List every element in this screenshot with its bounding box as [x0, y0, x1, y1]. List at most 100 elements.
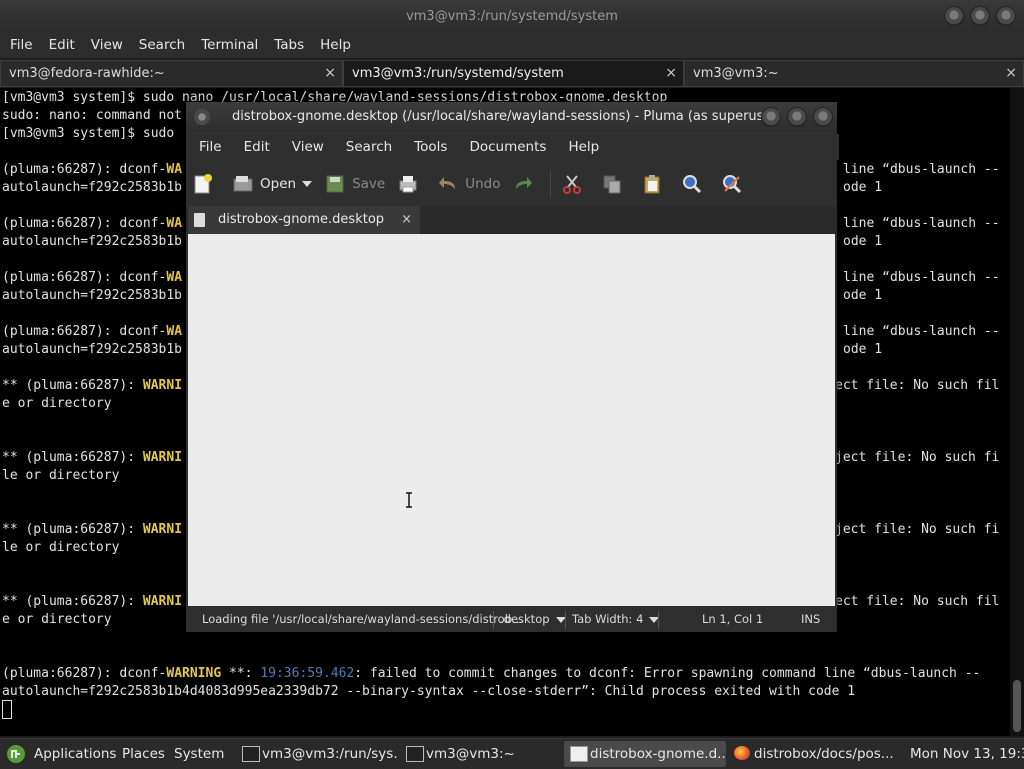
- undo-label: Undo: [465, 176, 501, 192]
- text-editor-icon: [570, 746, 588, 762]
- pluma-titlebar: distrobox-gnome.desktop (/usr/local/shar…: [186, 102, 837, 132]
- terminal-line: line “dbus-launch --: [843, 270, 1000, 285]
- taskbar-item-pluma[interactable]: distrobox-gnome.d...: [564, 741, 726, 767]
- menu-edit[interactable]: Edit: [233, 139, 281, 155]
- maximize-button[interactable]: [970, 6, 990, 26]
- open-label: Open: [260, 176, 297, 192]
- document-tab[interactable]: distrobox-gnome.desktop ×: [188, 206, 420, 234]
- undo-button[interactable]: Undo: [431, 167, 506, 201]
- save-button[interactable]: Save: [318, 167, 391, 201]
- language-selector[interactable]: .desktop: [500, 607, 566, 632]
- undo-icon: [437, 173, 459, 195]
- new-document-icon: [192, 173, 214, 195]
- copy-icon: [601, 173, 623, 195]
- status-separator: [658, 611, 659, 629]
- terminal-line: sudo: nano: command not: [2, 108, 183, 123]
- terminal-line: ject file: No such fi: [835, 522, 1000, 537]
- pluma-title: distrobox-gnome.desktop (/usr/local/shar…: [232, 109, 782, 124]
- menu-documents[interactable]: Documents: [458, 139, 557, 155]
- close-icon[interactable]: ×: [665, 61, 677, 86]
- terminal-line: ode 1: [843, 342, 883, 357]
- pluma-menubar: File Edit View Search Tools Documents He…: [186, 134, 839, 160]
- find-button[interactable]: [675, 167, 715, 201]
- mate-logo-icon[interactable]: [6, 744, 26, 764]
- places-menu[interactable]: Places: [122, 739, 165, 769]
- menu-file[interactable]: File: [2, 37, 41, 53]
- terminal-tab-fedora[interactable]: vm3@fedora-rawhide:~ ×: [0, 60, 343, 87]
- terminal-line: line “dbus-launch --: [843, 162, 1000, 177]
- menu-tabs[interactable]: Tabs: [266, 37, 312, 53]
- print-icon: [397, 173, 419, 195]
- close-button[interactable]: [996, 6, 1016, 26]
- menu-help[interactable]: Help: [312, 37, 359, 53]
- terminal-line: ode 1: [843, 288, 883, 303]
- scrollbar-thumb[interactable]: [1013, 680, 1021, 732]
- terminal-line: line “dbus-launch --: [843, 324, 1000, 339]
- menu-tools[interactable]: Tools: [403, 139, 458, 155]
- task-label: distrobox-gnome.d...: [590, 746, 726, 762]
- terminal-tab-bar: vm3@fedora-rawhide:~ × vm3@vm3:/run/syst…: [0, 60, 1024, 87]
- minimize-button[interactable]: [944, 6, 964, 26]
- task-label: vm3@vm3:/run/sys...: [262, 746, 398, 762]
- terminal-line: e or directory: [2, 612, 112, 627]
- menu-view[interactable]: View: [281, 139, 335, 155]
- close-icon[interactable]: ×: [401, 206, 412, 234]
- paste-button[interactable]: [635, 167, 675, 201]
- close-icon[interactable]: ×: [1005, 61, 1017, 86]
- menu-file[interactable]: File: [188, 139, 233, 155]
- search-icon: [681, 173, 703, 195]
- chevron-down-icon[interactable]: [302, 181, 313, 187]
- window-menu-icon[interactable]: [194, 109, 210, 125]
- document-tab-label: distrobox-gnome.desktop: [218, 212, 385, 227]
- new-document-button[interactable]: [186, 167, 226, 201]
- menu-view[interactable]: View: [83, 37, 131, 53]
- menu-edit[interactable]: Edit: [41, 37, 83, 53]
- pluma-statusbar: Loading file '/usr/local/share/wayland-s…: [186, 607, 837, 632]
- pluma-window: distrobox-gnome.desktop (/usr/local/shar…: [186, 102, 839, 632]
- pluma-tab-bar: distrobox-gnome.desktop ×: [186, 206, 837, 234]
- firefox-icon: [734, 746, 750, 760]
- menu-search[interactable]: Search: [335, 139, 403, 155]
- terminal-tab-systemd[interactable]: vm3@vm3:/run/systemd/system ×: [343, 60, 684, 87]
- system-menu[interactable]: System: [174, 739, 224, 769]
- applications-menu[interactable]: Applications: [34, 739, 116, 769]
- taskbar-item-terminal-home[interactable]: vm3@vm3:~: [400, 741, 562, 767]
- open-button[interactable]: Open: [226, 167, 318, 201]
- terminal-line: e or directory: [2, 396, 112, 411]
- minimize-button[interactable]: [761, 107, 781, 127]
- taskbar-item-firefox[interactable]: distrobox/docs/pos...: [728, 741, 898, 767]
- terminal-cursor: [2, 700, 12, 719]
- terminal-icon: [242, 746, 260, 762]
- menu-search[interactable]: Search: [131, 37, 193, 53]
- redo-button[interactable]: [506, 167, 546, 201]
- terminal-line: autolaunch=f292c2583b1b: [2, 342, 183, 357]
- close-icon[interactable]: ×: [324, 61, 336, 86]
- terminal-line: ** (pluma:66287): WARNI: [2, 594, 183, 609]
- terminal-line: autolaunch=f292c2583b1b4d4083d995ea2339d…: [2, 684, 856, 699]
- replace-button[interactable]: [715, 167, 755, 201]
- taskbar-item-terminal-systemd[interactable]: vm3@vm3:/run/sys...: [236, 741, 398, 767]
- terminal-line: autolaunch=f292c2583b1b: [2, 288, 183, 303]
- terminal-line: line “dbus-launch --: [843, 216, 1000, 231]
- cursor-position: Ln 1, Col 1: [702, 612, 764, 626]
- menu-terminal[interactable]: Terminal: [193, 37, 266, 53]
- copy-button[interactable]: [595, 167, 635, 201]
- editor-area[interactable]: [188, 234, 835, 606]
- terminal-line: le or directory: [2, 468, 120, 483]
- maximize-button[interactable]: [787, 107, 807, 127]
- find-replace-icon: [721, 173, 743, 195]
- close-button[interactable]: [813, 107, 833, 127]
- terminal-line: [vm3@vm3 system]$ sudo: [2, 126, 175, 141]
- file-icon: [194, 213, 205, 227]
- tab-width-selector[interactable]: Tab Width: 4: [572, 607, 660, 632]
- paste-icon: [641, 173, 663, 195]
- terminal-scrollbar[interactable]: [1010, 88, 1024, 736]
- print-button[interactable]: [391, 167, 431, 201]
- text-cursor-icon: [406, 492, 412, 508]
- menu-help[interactable]: Help: [557, 139, 610, 155]
- cut-button[interactable]: [555, 167, 595, 201]
- clock[interactable]: Mon Nov 13, 19:37: [910, 739, 1024, 769]
- terminal-tab-home[interactable]: vm3@vm3:~ ×: [684, 60, 1024, 87]
- cut-icon: [561, 173, 583, 195]
- tab-label: vm3@vm3:/run/systemd/system: [352, 66, 564, 81]
